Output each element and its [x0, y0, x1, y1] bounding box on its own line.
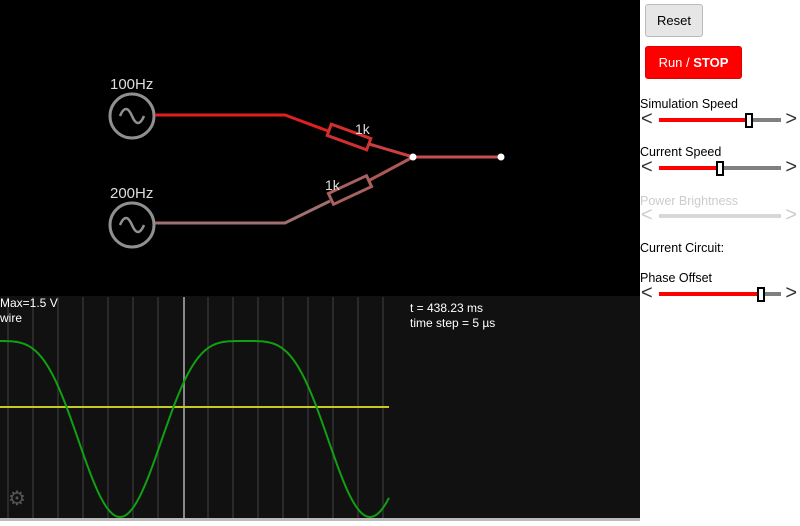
phase-offset-slider[interactable]: < > — [640, 283, 800, 305]
wire-top-right[interactable] — [368, 142, 414, 159]
source-200hz[interactable] — [108, 201, 156, 249]
slider-thumb[interactable] — [757, 287, 766, 302]
slider-left-arrow[interactable]: < — [641, 283, 653, 303]
circuit-drawing[interactable]: 100Hz 200Hz 1k 1k — [0, 0, 640, 521]
slider-fill — [659, 292, 762, 296]
slider-right-arrow[interactable]: > — [785, 157, 797, 177]
source-200hz-label: 200Hz — [110, 185, 153, 202]
sidebar: Reset Run / STOP Simulation Speed < > Cu… — [640, 0, 800, 521]
circuit-canvas[interactable]: 100Hz 200Hz 1k 1k Max=1.5 V wire t = 438… — [0, 0, 640, 521]
slider-left-arrow: < — [641, 204, 653, 226]
scope-max-label: Max=1.5 V — [0, 296, 58, 310]
reset-button[interactable]: Reset — [645, 4, 703, 37]
run-stop-button[interactable]: Run / STOP — [645, 46, 742, 79]
gear-icon[interactable]: ⚙ — [8, 489, 26, 509]
resistor-top-label: 1k — [355, 121, 371, 137]
power-brightness-label: Power Brightness — [640, 194, 738, 208]
slider-track[interactable] — [659, 113, 781, 128]
slider-right-arrow[interactable]: > — [785, 283, 797, 303]
wire-top[interactable] — [155, 113, 329, 133]
slider-left-arrow[interactable]: < — [641, 109, 653, 129]
current-speed-slider[interactable]: < > — [640, 157, 800, 179]
slider-track[interactable] — [659, 287, 781, 302]
wire-bottom[interactable] — [155, 199, 331, 225]
run-label: Run / — [658, 55, 694, 70]
stop-label: STOP — [693, 55, 729, 70]
node-output — [497, 153, 505, 161]
source-100hz[interactable] — [108, 92, 156, 140]
node-junction — [409, 153, 417, 161]
simulation-speed-slider[interactable]: < > — [640, 109, 800, 131]
slider-track[interactable] — [659, 161, 781, 176]
scope-time: t = 438.23 ms — [410, 301, 484, 315]
wire-bottom-right[interactable] — [369, 155, 414, 182]
current-circuit-label: Current Circuit: — [640, 241, 725, 255]
slider-fill — [659, 166, 720, 170]
slider-track — [659, 214, 781, 218]
resistor-bottom-label: 1k — [325, 177, 341, 193]
scope-time-step: time step = 5 µs — [410, 316, 496, 330]
slider-thumb[interactable] — [745, 113, 754, 128]
slider-left-arrow[interactable]: < — [641, 157, 653, 177]
source-100hz-label: 100Hz — [110, 76, 153, 93]
slider-right-arrow[interactable]: > — [785, 109, 797, 129]
simulation-speed-label: Simulation Speed — [640, 97, 738, 111]
scope-element-label: wire — [0, 311, 23, 325]
slider-thumb[interactable] — [716, 161, 724, 176]
slider-right-arrow: > — [785, 204, 797, 226]
power-brightness-slider: < > — [640, 205, 800, 227]
slider-fill — [659, 118, 750, 122]
